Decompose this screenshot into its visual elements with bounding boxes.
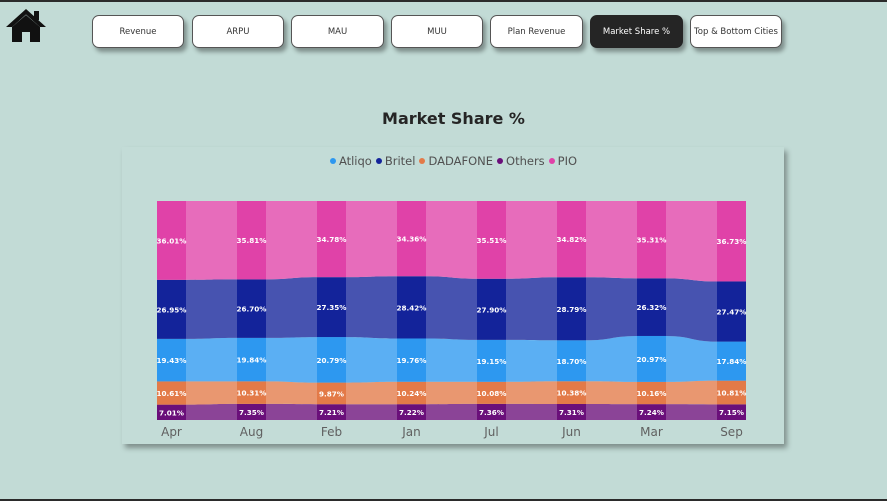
data-label-dadafone-jul: 10.08% [477, 389, 507, 398]
data-label-pio-feb: 34.78% [317, 235, 347, 244]
x-tick-label-feb: Feb [321, 425, 342, 439]
x-tick-label-jan: Jan [401, 425, 421, 439]
data-label-pio-sep: 36.73% [717, 237, 747, 246]
ribbon-others-6 [666, 404, 717, 420]
data-label-others-feb: 7.21% [319, 408, 344, 417]
data-label-atliqo-apr: 19.43% [157, 356, 187, 365]
ribbon-atliqo-2 [346, 337, 397, 383]
ribbon-others-2 [346, 404, 397, 420]
data-label-others-apr: 7.01% [159, 408, 184, 417]
x-tick-label-jul: Jul [483, 425, 498, 439]
data-label-pio-aug: 35.81% [237, 236, 267, 245]
ribbon-pio-1 [266, 201, 317, 280]
data-label-atliqo-mar: 20.97% [637, 355, 667, 364]
ribbon-others-0 [186, 403, 237, 420]
data-label-britel-apr: 26.95% [157, 305, 187, 314]
ribbon-britel-6 [666, 278, 717, 342]
data-label-atliqo-jan: 19.76% [397, 356, 427, 365]
data-label-pio-jul: 35.51% [477, 236, 507, 245]
ribbon-britel-1 [266, 277, 317, 338]
market-share-chart: 7.01% 10.61% 19.43% 26.95% 36.01% Apr 7.35% 10.… [157, 201, 747, 439]
ribbon-pio-6 [666, 201, 717, 282]
ribbon-britel-3 [426, 276, 477, 340]
ribbon-atliqo-6 [666, 335, 717, 382]
x-tick-label-apr: Apr [161, 425, 182, 439]
ribbon-dadafone-0 [186, 381, 237, 405]
data-label-pio-jan: 34.36% [397, 235, 427, 244]
data-label-britel-jul: 27.90% [477, 305, 507, 314]
data-label-atliqo-jul: 19.15% [477, 357, 507, 366]
x-tick-label-jun: Jun [561, 425, 581, 439]
data-label-pio-mar: 35.31% [637, 236, 667, 245]
data-label-dadafone-aug: 10.31% [237, 389, 267, 398]
ribbon-others-5 [586, 403, 637, 420]
ribbon-dadafone-5 [586, 381, 637, 405]
ribbon-atliqo-5 [586, 335, 637, 382]
ribbon-britel-0 [186, 279, 237, 339]
ribbon-pio-3 [426, 201, 477, 279]
ribbon-dadafone-1 [266, 381, 317, 405]
data-label-atliqo-feb: 20.79% [317, 356, 347, 365]
ribbon-pio-0 [186, 201, 237, 280]
ribbon-atliqo-0 [186, 337, 237, 382]
data-label-dadafone-jun: 10.38% [557, 389, 587, 398]
data-label-others-sep: 7.15% [719, 408, 744, 417]
data-label-dadafone-feb: 9.87% [319, 389, 344, 398]
ribbon-others-4 [506, 403, 557, 420]
ribbon-dadafone-4 [506, 381, 557, 404]
ribbon-dadafone-2 [346, 381, 397, 405]
data-label-britel-jun: 28.79% [557, 305, 587, 314]
data-label-dadafone-apr: 10.61% [157, 389, 187, 398]
ribbon-others-3 [426, 403, 477, 420]
data-label-others-jun: 7.31% [559, 408, 584, 417]
ribbon-atliqo-4 [506, 339, 557, 382]
data-label-britel-feb: 27.35% [317, 303, 347, 312]
ribbon-britel-2 [346, 276, 397, 339]
x-tick-label-mar: Mar [640, 425, 663, 439]
data-label-britel-mar: 26.32% [637, 303, 667, 312]
data-label-atliqo-jun: 18.70% [557, 357, 587, 366]
ribbon-others-1 [266, 403, 317, 420]
data-label-others-mar: 7.24% [639, 408, 664, 417]
data-label-britel-aug: 26.70% [237, 305, 267, 314]
data-label-atliqo-sep: 17.84% [717, 357, 747, 366]
data-label-dadafone-sep: 10.81% [717, 389, 747, 398]
data-label-dadafone-mar: 10.16% [637, 389, 667, 398]
ribbon-britel-5 [586, 277, 637, 341]
x-tick-label-aug: Aug [240, 425, 263, 439]
data-label-others-aug: 7.35% [239, 408, 264, 417]
ribbon-dadafone-6 [666, 380, 717, 405]
data-label-others-jan: 7.22% [399, 408, 424, 417]
data-label-dadafone-jan: 10.24% [397, 389, 427, 398]
ribbon-pio-4 [506, 201, 557, 279]
data-label-pio-apr: 36.01% [157, 236, 187, 245]
ribbon-pio-2 [346, 201, 397, 278]
data-label-britel-jan: 28.42% [397, 303, 427, 312]
ribbon-atliqo-3 [426, 338, 477, 382]
ribbon-britel-4 [506, 277, 557, 341]
ribbon-pio-5 [586, 201, 637, 279]
x-tick-label-sep: Sep [720, 425, 743, 439]
ribbon-atliqo-1 [266, 337, 317, 383]
data-label-pio-jun: 34.82% [557, 235, 587, 244]
data-label-britel-sep: 27.47% [717, 308, 747, 317]
ribbon-dadafone-3 [426, 381, 477, 405]
data-label-others-jul: 7.36% [479, 408, 504, 417]
data-label-atliqo-aug: 19.84% [237, 356, 267, 365]
